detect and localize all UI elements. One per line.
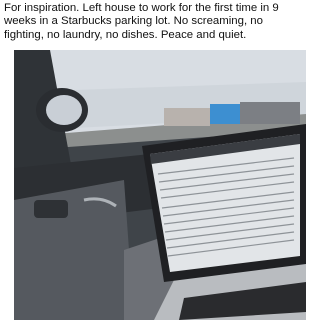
building-blue [210, 104, 240, 124]
building-left [164, 108, 210, 126]
car-interior-laptop-photo [14, 50, 306, 320]
mirror-glass [46, 95, 82, 125]
air-vent [34, 200, 68, 218]
photo-illustration [14, 50, 306, 320]
post-caption: For inspiration. Left house to work for … [4, 2, 279, 41]
building-right [240, 102, 300, 124]
door-panel [14, 180, 134, 320]
